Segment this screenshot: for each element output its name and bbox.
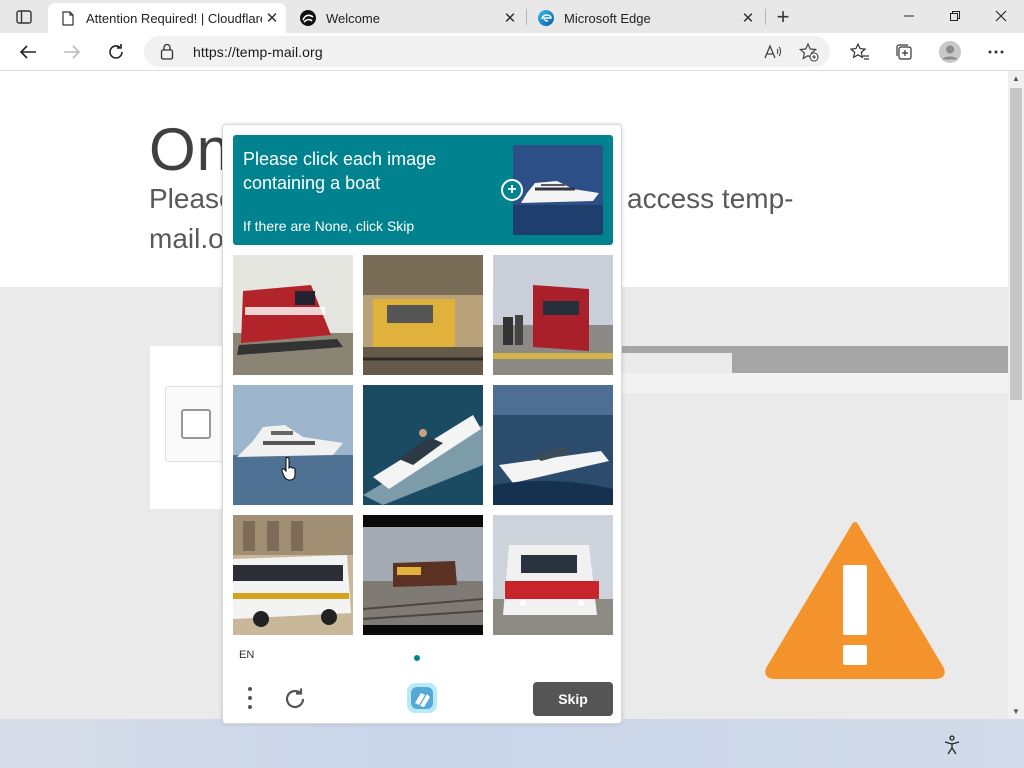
address-bar[interactable]: https://temp-mail.org	[144, 36, 830, 67]
refresh-button[interactable]	[101, 37, 131, 67]
collections-icon	[896, 44, 912, 60]
image-tile[interactable]	[233, 515, 353, 635]
image-tile[interactable]	[493, 255, 613, 375]
image-tile[interactable]	[363, 515, 483, 635]
avatar	[939, 41, 961, 63]
document-icon	[59, 9, 77, 27]
challenge-prompt: Please click each image containing a boa…	[233, 135, 613, 245]
close-icon	[995, 10, 1007, 22]
page-heading: On	[149, 116, 232, 183]
read-aloud-icon[interactable]	[762, 41, 784, 63]
scroll-up-arrow-icon[interactable]: ▲	[1008, 71, 1024, 85]
subtext-line2: mail.o	[149, 223, 224, 254]
scroll-down-arrow-icon[interactable]: ▼	[1008, 704, 1024, 718]
warning-icon	[765, 522, 945, 679]
forward-arrow-icon	[64, 45, 81, 59]
favorites-button[interactable]	[845, 37, 875, 67]
edge-icon	[537, 9, 555, 27]
image-tile[interactable]	[233, 385, 353, 505]
scrollbar-thumb[interactable]	[1010, 88, 1022, 400]
captcha-checkbox[interactable]	[181, 409, 211, 439]
language-selector[interactable]: EN	[239, 649, 254, 661]
tab-welcome[interactable]: Welcome ✕	[288, 3, 524, 33]
refresh-challenge-icon[interactable]	[281, 685, 309, 713]
image-tile[interactable]	[363, 255, 483, 375]
cf-banner-cut	[620, 353, 732, 373]
back-arrow-icon	[19, 45, 36, 59]
image-grid	[233, 255, 613, 635]
captcha-challenge-dialog: Please click each image containing a boa…	[222, 124, 622, 724]
close-tab-icon[interactable]: ✕	[500, 8, 520, 28]
lock-icon[interactable]	[160, 43, 178, 61]
back-button[interactable]	[13, 37, 43, 67]
refresh-icon	[109, 44, 123, 59]
tab-title: Attention Required! | Cloudflare	[86, 10, 262, 26]
tab-separator	[765, 9, 766, 25]
close-window-button[interactable]	[978, 0, 1024, 32]
minimize-icon	[904, 15, 914, 17]
collections-button[interactable]	[890, 37, 920, 67]
hcaptcha-logo-icon	[407, 683, 437, 713]
settings-menu-button[interactable]	[981, 37, 1011, 67]
favorites-icon	[850, 43, 869, 60]
example-zoom-icon[interactable]: +	[501, 179, 523, 201]
image-tile[interactable]	[493, 385, 613, 505]
hand-pointer-icon	[281, 457, 296, 481]
profile-button[interactable]	[935, 37, 965, 67]
tab-strip: Attention Required! | Cloudflare ✕ Welco…	[0, 0, 1024, 33]
more-horizontal-icon	[988, 50, 1004, 54]
tab-attention-required[interactable]: Attention Required! | Cloudflare ✕	[48, 3, 286, 33]
os-taskbar	[0, 719, 1024, 768]
prompt-subtext: If there are None, click Skip	[243, 218, 415, 234]
new-tab-button[interactable]: +	[770, 5, 796, 29]
image-tile[interactable]	[233, 255, 353, 375]
tab-title: Welcome	[326, 10, 380, 26]
close-tab-icon[interactable]: ✕	[738, 8, 758, 28]
minimize-button[interactable]	[886, 0, 932, 32]
menu-dots-icon[interactable]	[239, 683, 261, 713]
page-indicator-dot	[414, 655, 420, 661]
brand-swirl-icon	[299, 9, 317, 27]
forward-button[interactable]	[57, 37, 87, 67]
add-favorite-icon[interactable]	[798, 41, 820, 63]
close-tab-icon[interactable]: ✕	[262, 8, 282, 28]
subtext-line1-end: access temp-	[627, 183, 794, 214]
prompt-text: Please click each image containing a boa…	[243, 149, 437, 193]
image-tile[interactable]	[493, 515, 613, 635]
tab-microsoft-edge[interactable]: Microsoft Edge ✕	[526, 3, 762, 33]
tab-actions-icon[interactable]	[8, 6, 40, 28]
browser-toolbar: https://temp-mail.org	[0, 33, 1024, 71]
image-tile[interactable]	[363, 385, 483, 505]
cf-info-panel	[620, 373, 1008, 393]
accessibility-icon[interactable]	[941, 734, 963, 756]
restore-button[interactable]	[932, 0, 978, 32]
skip-button[interactable]: Skip	[533, 682, 613, 716]
restore-icon	[950, 11, 960, 21]
example-image	[513, 145, 603, 235]
plus-icon: +	[776, 4, 790, 29]
tab-title: Microsoft Edge	[564, 10, 651, 26]
url-text[interactable]: https://temp-mail.org	[193, 44, 323, 60]
